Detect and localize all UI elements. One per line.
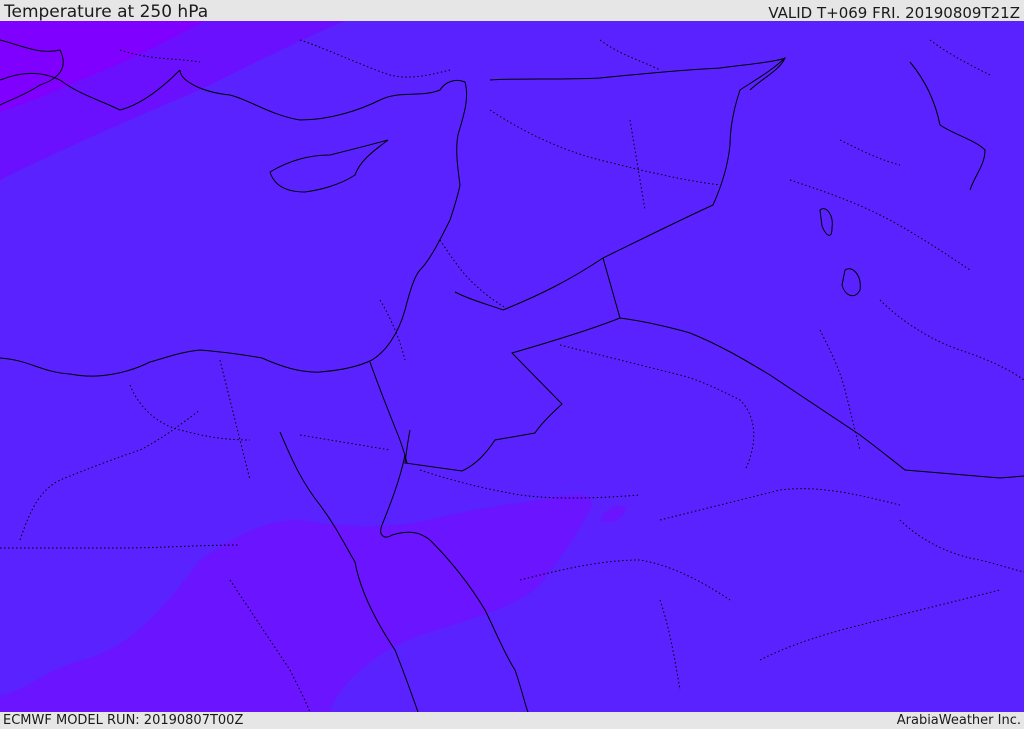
map-header: Temperature at 250 hPa VALID T+069 FRI. … — [0, 0, 1024, 21]
model-run-label: ECMWF MODEL RUN: 20190807T00Z — [3, 713, 244, 728]
weather-map-page: Temperature at 250 hPa VALID T+069 FRI. … — [0, 0, 1024, 729]
map-canvas — [0, 21, 1024, 712]
valid-time: VALID T+069 FRI. 20190809T21Z — [768, 4, 1020, 22]
temperature-map — [0, 21, 1024, 712]
map-title: Temperature at 250 hPa — [4, 2, 209, 22]
credit-label: ArabiaWeather Inc. — [896, 713, 1021, 728]
map-footer: ECMWF MODEL RUN: 20190807T00Z ArabiaWeat… — [0, 712, 1024, 729]
temperature-field-base — [0, 21, 1024, 712]
